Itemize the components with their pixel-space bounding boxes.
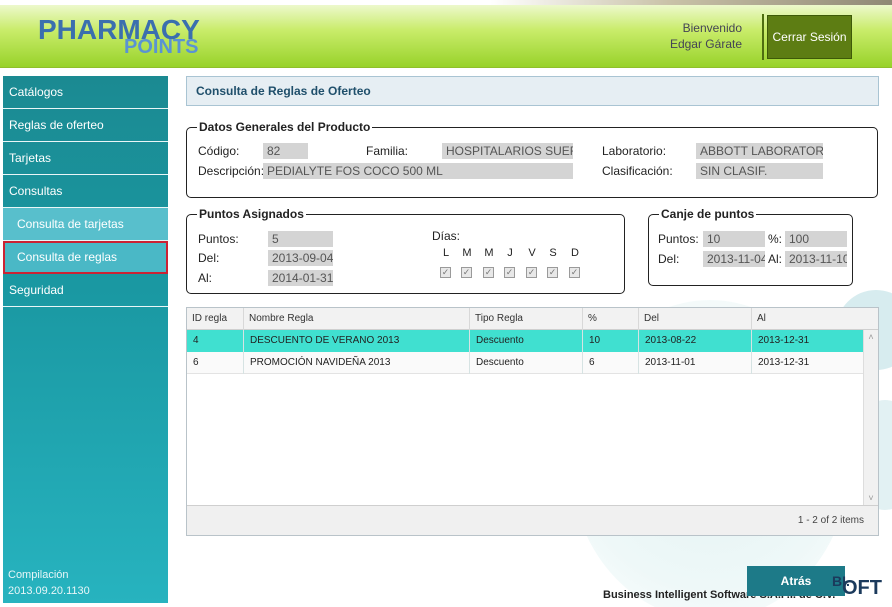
canje-legend: Canje de puntos — [659, 207, 757, 221]
dias-label: Días: — [432, 229, 461, 243]
day-checkbox-m2[interactable]: ✓ — [483, 267, 494, 278]
sidebar-subitem-consulta-reglas[interactable]: Consulta de reglas — [3, 241, 168, 274]
cell-del: 2013-08-22 — [639, 330, 752, 352]
cell-tipo: Descuento — [470, 330, 583, 352]
sidebar-item-seguridad[interactable]: Seguridad — [3, 274, 168, 307]
cell-al: 2013-12-31 — [758, 357, 810, 368]
column-header-al[interactable]: Al — [752, 308, 878, 330]
grid-scrollbar[interactable]: ˄ ˅ — [863, 330, 878, 507]
day-checkbox-d[interactable]: ✓ — [569, 267, 580, 278]
clasificacion-label: Clasificación: — [602, 164, 673, 178]
product-legend: Datos Generales del Producto — [197, 120, 373, 134]
pager-info: 1 - 2 of 2 items — [797, 515, 864, 526]
day-label-l: L — [442, 247, 450, 259]
day-label-j: J — [507, 247, 513, 259]
scroll-up-icon[interactable]: ˄ — [866, 332, 876, 342]
sidebar-item-tarjetas[interactable]: Tarjetas — [3, 142, 168, 175]
day-checkbox-v[interactable]: ✓ — [526, 267, 537, 278]
cell-nombre: PROMOCIÓN NAVIDEÑA 2013 — [244, 352, 470, 374]
canje-del-label: Del: — [658, 252, 680, 266]
descripcion-field: PEDIALYTE FOS COCO 500 ML — [263, 163, 573, 179]
day-label-m2: M — [484, 247, 494, 259]
sidebar-nav: Catálogos Reglas de oferteo Tarjetas Con… — [3, 76, 168, 603]
cell-id: 4 — [187, 330, 244, 352]
day-checkbox-m1[interactable]: ✓ — [461, 267, 472, 278]
column-header-pct[interactable]: % — [583, 308, 639, 330]
laboratorio-field: ABBOTT LABORATOR — [696, 143, 823, 159]
sidebar-subitem-consulta-tarjetas[interactable]: Consulta de tarjetas — [3, 208, 168, 241]
canje-del-field: 2013-11-04 — [703, 251, 765, 267]
canje-puntos-field: 10 — [703, 231, 765, 247]
canje-puntos-label: Puntos: — [658, 232, 699, 246]
day-label-m1: M — [462, 247, 472, 259]
puntos-al-field: 2014-01-31 — [268, 270, 333, 286]
table-row[interactable]: 6 PROMOCIÓN NAVIDEÑA 2013 Descuento 6 20… — [187, 352, 863, 374]
familia-field: HOSPITALARIOS SUER — [442, 143, 573, 159]
points-redemption: Canje de puntos Puntos: 10 %: 100 Del: 2… — [648, 207, 853, 286]
logout-button[interactable]: Cerrar Sesión — [767, 15, 852, 59]
assigned-points: Puntos Asignados Puntos: 5 Del: 2013-09-… — [186, 207, 625, 294]
app-header: PHARMACY POINTS Bienvenido Edgar Gárate … — [0, 0, 892, 68]
cell-tipo: Descuento — [470, 352, 583, 374]
codigo-label: Código: — [198, 144, 240, 158]
familia-label: Familia: — [366, 144, 409, 158]
page-title: Consulta de Reglas de Oferteo — [186, 76, 879, 106]
cell-al: 2013-12-31 — [758, 335, 810, 346]
rules-grid: ID regla Nombre Regla Tipo Regla % Del A… — [186, 307, 879, 536]
compile-version: 2013.09.20.1130 — [8, 585, 90, 597]
welcome-username: Edgar Gárate — [669, 37, 742, 51]
puntos-legend: Puntos Asignados — [197, 207, 306, 221]
puntos-field: 5 — [268, 231, 333, 247]
welcome-text: Bienvenido Edgar Gárate — [670, 20, 742, 52]
day-label-v: V — [528, 247, 536, 259]
laboratorio-label: Laboratorio: — [602, 144, 667, 158]
cell-nombre: DESCUENTO DE VERANO 2013 — [244, 330, 470, 352]
bisoft-logo-text-2: OFT — [842, 577, 882, 599]
day-label-d: D — [571, 247, 579, 259]
column-header-del[interactable]: Del — [639, 308, 752, 330]
clasificacion-field: SIN CLASIF. — [696, 163, 823, 179]
table-row[interactable]: 4 DESCUENTO DE VERANO 2013 Descuento 10 … — [187, 330, 863, 352]
welcome-greeting: Bienvenido — [682, 21, 742, 35]
logo-points: POINTS — [124, 36, 199, 58]
bisoft-logo: BI. OFT — [830, 573, 890, 605]
cell-pct: 6 — [583, 352, 639, 374]
canje-al-label: Al: — [768, 252, 783, 266]
cell-id: 6 — [187, 352, 244, 374]
day-checkbox-s[interactable]: ✓ — [547, 267, 558, 278]
codigo-field: 82 — [263, 143, 308, 159]
header-top-strip — [0, 0, 892, 5]
column-header-tipo[interactable]: Tipo Regla — [470, 308, 583, 330]
sidebar-item-consultas[interactable]: Consultas — [3, 175, 168, 208]
cell-del: 2013-11-01 — [639, 352, 752, 374]
grid-header: ID regla Nombre Regla Tipo Regla % Del A… — [187, 308, 878, 330]
scroll-down-icon[interactable]: ˅ — [866, 493, 876, 503]
puntos-label: Puntos: — [198, 232, 239, 246]
day-checkbox-j[interactable]: ✓ — [504, 267, 515, 278]
column-header-id[interactable]: ID regla — [187, 308, 244, 330]
day-label-s: S — [549, 247, 557, 259]
compile-info: Compilación 2013.09.20.1130 — [8, 567, 90, 599]
grid-pager: 1 - 2 of 2 items — [187, 505, 878, 535]
puntos-del-label: Del: — [198, 251, 220, 265]
sidebar-item-reglas-oferteo[interactable]: Reglas de oferteo — [3, 109, 168, 142]
puntos-del-field: 2013-09-04 — [268, 250, 333, 266]
sidebar-item-catalogos[interactable]: Catálogos — [3, 76, 168, 109]
descripcion-label: Descripción: — [198, 164, 265, 178]
canje-pct-label: %: — [768, 232, 783, 246]
product-general-data: Datos Generales del Producto Código: 82 … — [186, 120, 878, 198]
header-divider — [762, 14, 764, 60]
column-header-nombre[interactable]: Nombre Regla — [244, 308, 470, 330]
puntos-al-label: Al: — [198, 271, 213, 285]
day-checkbox-l[interactable]: ✓ — [440, 267, 451, 278]
canje-pct-field: 100 — [785, 231, 847, 247]
canje-al-field: 2013-11-10 — [785, 251, 847, 267]
cell-pct: 10 — [583, 330, 639, 352]
compile-label: Compilación — [8, 569, 69, 581]
